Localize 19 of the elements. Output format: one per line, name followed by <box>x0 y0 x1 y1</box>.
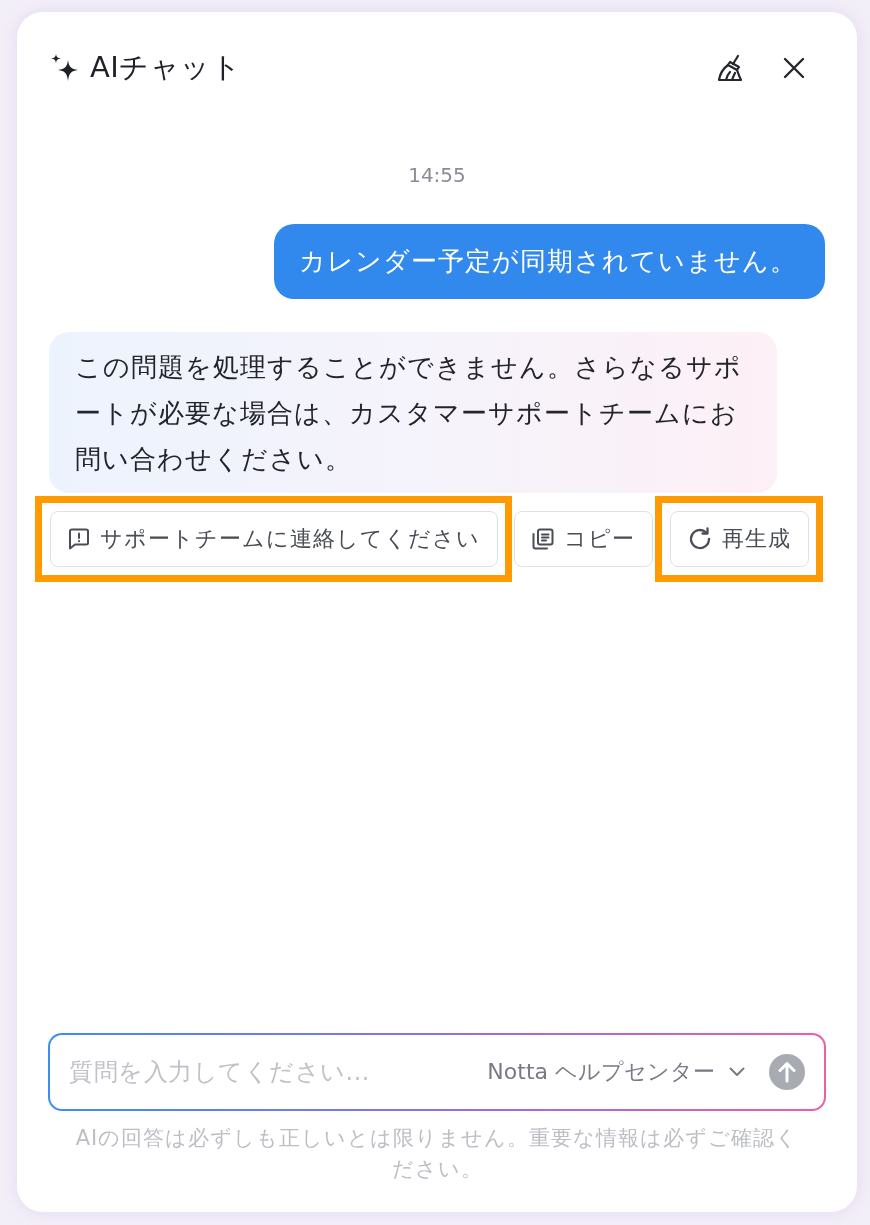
chevron-down-icon <box>729 1067 745 1077</box>
copy-action-button[interactable]: コピー <box>514 511 653 567</box>
refresh-icon <box>688 527 712 551</box>
close-button[interactable] <box>783 57 805 79</box>
regenerate-action-button[interactable]: 再生成 <box>670 511 809 567</box>
user-message: カレンダー予定が同期されていません。 <box>274 224 825 299</box>
broom-icon <box>717 54 745 82</box>
disclaimer-text: AIの回答は必ずしも正しいとは限りません。重要な情報は必ずご確認ください。 <box>74 1125 800 1183</box>
arrow-up-icon <box>778 1061 796 1083</box>
source-dropdown[interactable]: Notta ヘルプセンター <box>487 1057 745 1087</box>
message-timestamp: 14:55 <box>408 163 466 187</box>
question-input[interactable]: 質問を入力してください... <box>67 1057 476 1087</box>
contact-action-button[interactable]: サポートチームに連絡してください <box>50 511 498 567</box>
message-alert-icon <box>68 528 90 550</box>
close-icon <box>783 57 805 79</box>
clear-chat-button[interactable] <box>717 54 745 82</box>
copy-icon <box>532 528 554 550</box>
panel-title: AIチャット <box>90 49 242 86</box>
assistant-message: この問題を処理することができません。さらなるサポートが必要な場合は、カスタマーサポートチームにお問い合わせください。 <box>49 332 777 493</box>
